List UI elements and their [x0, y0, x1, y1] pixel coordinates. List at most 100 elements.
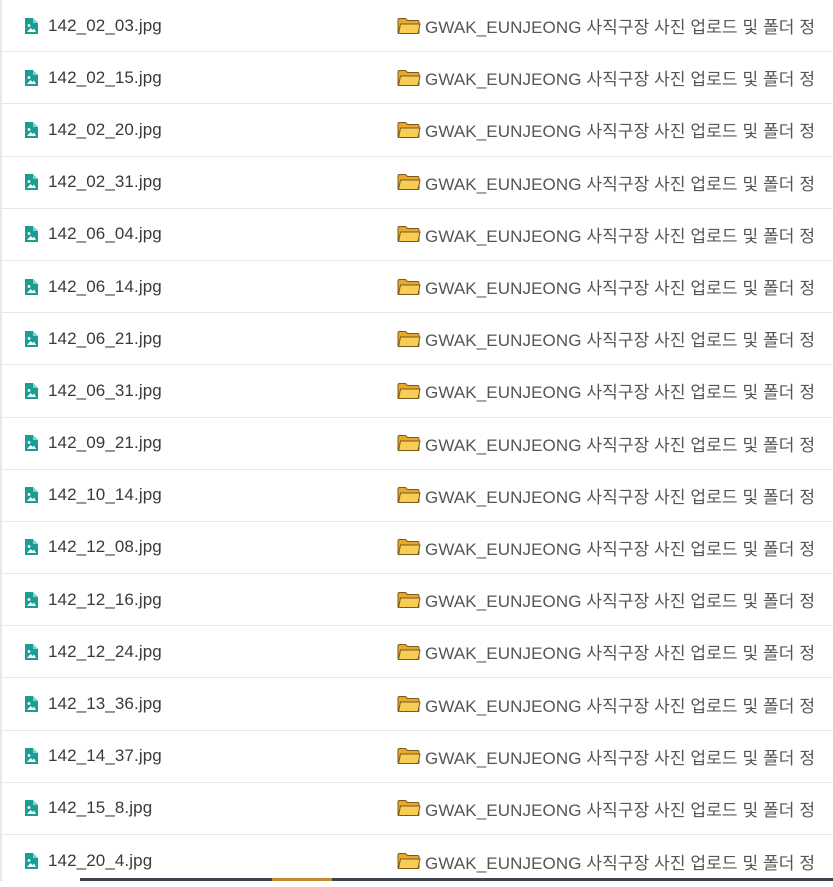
file-name: 142_12_08.jpg	[48, 537, 162, 557]
image-file-icon	[24, 643, 38, 660]
file-name: 142_02_15.jpg	[48, 67, 162, 87]
image-file-icon	[24, 853, 38, 870]
folder-name: GWAK_EUNJEONG 사직구장 사진 업로드 및 폴더 정	[425, 696, 816, 716]
image-file-icon	[24, 748, 38, 765]
folder-name: GWAK_EUNJEONG 사직구장 사진 업로드 및 폴더 정	[425, 435, 816, 455]
list-item[interactable]: 142_02_15.jpg GWAK_EUNJEONG 사직구장 사진 업로드 …	[2, 52, 833, 105]
folder-cell[interactable]: GWAK_EUNJEONG 사직구장 사진 업로드 및 폴더 정	[397, 0, 815, 51]
file-name: 142_06_31.jpg	[48, 380, 162, 400]
folder-icon	[397, 330, 421, 348]
folder-name: GWAK_EUNJEONG 사직구장 사진 업로드 및 폴더 정	[425, 226, 816, 246]
folder-name: GWAK_EUNJEONG 사직구장 사진 업로드 및 폴더 정	[425, 383, 816, 403]
list-item[interactable]: 142_12_24.jpg GWAK_EUNJEONG 사직구장 사진 업로드 …	[2, 626, 833, 679]
folder-cell[interactable]: GWAK_EUNJEONG 사직구장 사진 업로드 및 폴더 정	[397, 261, 815, 312]
image-file-icon	[24, 539, 38, 556]
file-cell[interactable]: 142_13_36.jpg	[24, 678, 162, 729]
folder-icon	[397, 17, 421, 35]
list-item[interactable]: 142_12_16.jpg GWAK_EUNJEONG 사직구장 사진 업로드 …	[2, 574, 833, 627]
list-item[interactable]: 142_15_8.jpg GWAK_EUNJEONG 사직구장 사진 업로드 및…	[2, 783, 833, 835]
folder-icon	[397, 486, 421, 504]
folder-name: GWAK_EUNJEONG 사직구장 사진 업로드 및 폴더 정	[425, 70, 816, 90]
folder-icon	[397, 538, 421, 556]
list-item[interactable]: 142_13_36.jpg GWAK_EUNJEONG 사직구장 사진 업로드 …	[2, 678, 833, 731]
image-file-icon	[24, 382, 38, 399]
list-item[interactable]: 142_06_31.jpg GWAK_EUNJEONG 사직구장 사진 업로드 …	[2, 365, 833, 418]
file-cell[interactable]: 142_06_14.jpg	[24, 261, 162, 312]
folder-name: GWAK_EUNJEONG 사직구장 사진 업로드 및 폴더 정	[425, 122, 816, 142]
file-name: 142_06_14.jpg	[48, 276, 162, 296]
folder-name: GWAK_EUNJEONG 사직구장 사진 업로드 및 폴더 정	[425, 18, 816, 38]
file-name: 142_12_24.jpg	[48, 641, 162, 661]
list-item[interactable]: 142_02_31.jpg GWAK_EUNJEONG 사직구장 사진 업로드 …	[2, 157, 833, 209]
folder-cell[interactable]: GWAK_EUNJEONG 사직구장 사진 업로드 및 폴더 정	[397, 365, 815, 416]
list-item[interactable]: 142_14_37.jpg GWAK_EUNJEONG 사직구장 사진 업로드 …	[2, 731, 833, 783]
folder-cell[interactable]: GWAK_EUNJEONG 사직구장 사진 업로드 및 폴더 정	[397, 783, 815, 834]
folder-cell[interactable]: GWAK_EUNJEONG 사직구장 사진 업로드 및 폴더 정	[397, 104, 815, 155]
file-cell[interactable]: 142_02_20.jpg	[24, 104, 162, 155]
file-name: 142_02_20.jpg	[48, 119, 162, 139]
list-item[interactable]: 142_06_21.jpg GWAK_EUNJEONG 사직구장 사진 업로드 …	[2, 313, 833, 366]
folder-name: GWAK_EUNJEONG 사직구장 사진 업로드 및 폴더 정	[425, 800, 816, 820]
file-cell[interactable]: 142_14_37.jpg	[24, 731, 162, 782]
file-name: 142_06_04.jpg	[48, 224, 162, 244]
folder-cell[interactable]: GWAK_EUNJEONG 사직구장 사진 업로드 및 폴더 정	[397, 313, 815, 364]
list-item[interactable]: 142_02_20.jpg GWAK_EUNJEONG 사직구장 사진 업로드 …	[2, 104, 833, 157]
folder-name: GWAK_EUNJEONG 사직구장 사진 업로드 및 폴더 정	[425, 331, 816, 351]
file-cell[interactable]: 142_06_21.jpg	[24, 313, 162, 364]
file-name: 142_20_4.jpg	[48, 851, 153, 871]
image-file-icon	[24, 226, 38, 243]
file-cell[interactable]: 142_06_04.jpg	[24, 209, 162, 260]
folder-cell[interactable]: GWAK_EUNJEONG 사직구장 사진 업로드 및 폴더 정	[397, 157, 815, 208]
folder-icon	[397, 591, 421, 609]
folder-icon	[397, 852, 421, 870]
folder-cell[interactable]: GWAK_EUNJEONG 사직구장 사진 업로드 및 폴더 정	[397, 52, 815, 103]
list-item[interactable]: 142_10_14.jpg GWAK_EUNJEONG 사직구장 사진 업로드 …	[2, 470, 833, 522]
folder-icon	[397, 643, 421, 661]
file-cell[interactable]: 142_02_31.jpg	[24, 157, 162, 208]
image-file-icon	[24, 278, 38, 295]
file-list: 142_02_03.jpg GWAK_EUNJEONG 사직구장 사진 업로드 …	[2, 0, 833, 887]
folder-icon	[397, 173, 421, 191]
folder-icon	[397, 225, 421, 243]
image-file-icon	[24, 69, 38, 86]
folder-name: GWAK_EUNJEONG 사직구장 사진 업로드 및 폴더 정	[425, 487, 816, 507]
folder-icon	[397, 278, 421, 296]
file-cell[interactable]: 142_10_14.jpg	[24, 470, 162, 521]
image-file-icon	[24, 435, 38, 452]
folder-cell[interactable]: GWAK_EUNJEONG 사직구장 사진 업로드 및 폴더 정	[397, 731, 815, 782]
image-file-icon	[24, 174, 38, 191]
folder-icon	[397, 69, 421, 87]
folder-name: GWAK_EUNJEONG 사직구장 사진 업로드 및 폴더 정	[425, 539, 816, 559]
folder-cell[interactable]: GWAK_EUNJEONG 사직구장 사진 업로드 및 폴더 정	[397, 574, 815, 625]
list-item[interactable]: 142_02_03.jpg GWAK_EUNJEONG 사직구장 사진 업로드 …	[2, 0, 833, 53]
folder-name: GWAK_EUNJEONG 사직구장 사진 업로드 및 폴더 정	[425, 644, 816, 664]
list-item[interactable]: 142_06_14.jpg GWAK_EUNJEONG 사직구장 사진 업로드 …	[2, 261, 833, 314]
folder-icon	[397, 434, 421, 452]
file-cell[interactable]: 142_02_03.jpg	[24, 0, 162, 51]
folder-cell[interactable]: GWAK_EUNJEONG 사직구장 사진 업로드 및 폴더 정	[397, 209, 815, 260]
folder-cell[interactable]: GWAK_EUNJEONG 사직구장 사진 업로드 및 폴더 정	[397, 470, 815, 521]
file-cell[interactable]: 142_15_8.jpg	[24, 783, 152, 834]
folder-cell[interactable]: GWAK_EUNJEONG 사직구장 사진 업로드 및 폴더 정	[397, 626, 815, 677]
list-item[interactable]: 142_06_04.jpg GWAK_EUNJEONG 사직구장 사진 업로드 …	[2, 209, 833, 261]
folder-name: GWAK_EUNJEONG 사직구장 사진 업로드 및 폴더 정	[425, 592, 816, 612]
file-cell[interactable]: 142_02_15.jpg	[24, 52, 162, 103]
folder-cell[interactable]: GWAK_EUNJEONG 사직구장 사진 업로드 및 폴더 정	[397, 522, 815, 573]
folder-icon	[397, 121, 421, 139]
folder-name: GWAK_EUNJEONG 사직구장 사진 업로드 및 폴더 정	[425, 279, 816, 299]
folder-cell[interactable]: GWAK_EUNJEONG 사직구장 사진 업로드 및 폴더 정	[397, 678, 815, 729]
list-item[interactable]: 142_12_08.jpg GWAK_EUNJEONG 사직구장 사진 업로드 …	[2, 522, 833, 575]
file-cell[interactable]: 142_09_21.jpg	[24, 418, 162, 469]
folder-cell[interactable]: GWAK_EUNJEONG 사직구장 사진 업로드 및 폴더 정	[397, 418, 815, 469]
list-item[interactable]: 142_09_21.jpg GWAK_EUNJEONG 사직구장 사진 업로드 …	[2, 418, 833, 470]
file-name: 142_14_37.jpg	[48, 746, 162, 766]
file-name: 142_02_03.jpg	[48, 15, 162, 35]
file-cell[interactable]: 142_12_08.jpg	[24, 522, 162, 573]
folder-name: GWAK_EUNJEONG 사직구장 사진 업로드 및 폴더 정	[425, 853, 816, 873]
file-name: 142_02_31.jpg	[48, 172, 162, 192]
file-name: 142_06_21.jpg	[48, 328, 162, 348]
file-cell[interactable]: 142_06_31.jpg	[24, 365, 162, 416]
file-cell[interactable]: 142_12_24.jpg	[24, 626, 162, 677]
file-cell[interactable]: 142_12_16.jpg	[24, 574, 162, 625]
file-name: 142_13_36.jpg	[48, 694, 162, 714]
